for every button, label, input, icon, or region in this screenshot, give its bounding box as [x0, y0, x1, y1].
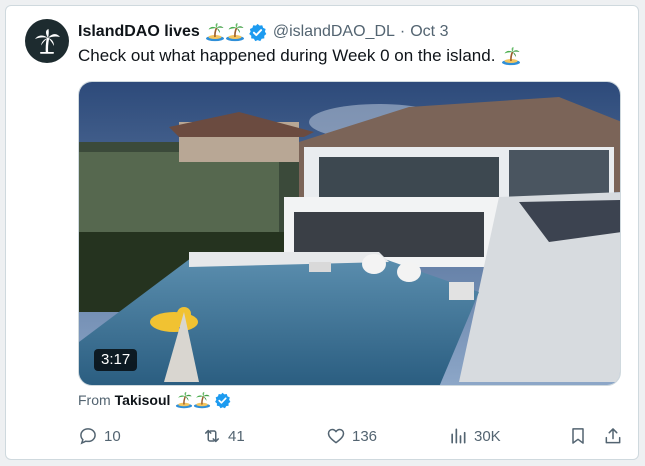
reply-button[interactable]: 10 — [78, 424, 121, 448]
island-icon — [225, 22, 245, 42]
heart-icon — [327, 428, 345, 444]
verified-badge-icon[interactable] — [248, 23, 267, 42]
palm-tree-logo-icon — [35, 29, 60, 54]
retweet-icon — [205, 429, 219, 443]
author-handle[interactable]: @islandDAO_DL — [273, 23, 395, 41]
tweet-text: Check out what happened during Week 0 on… — [78, 46, 521, 66]
views-icon — [451, 428, 466, 444]
island-emoji-pair — [205, 22, 245, 42]
reply-count: 10 — [104, 427, 121, 445]
source-prefix: From — [78, 392, 111, 408]
video-player[interactable] — [78, 81, 621, 386]
share-button[interactable] — [603, 424, 629, 448]
island-icon — [501, 46, 521, 66]
tweet-text-content: Check out what happened during Week 0 on… — [78, 46, 496, 65]
island-icon — [175, 391, 193, 409]
retweet-button[interactable]: 41 — [202, 424, 245, 448]
author-name[interactable]: IslandDAO lives — [78, 23, 200, 41]
action-bar: 10 41 136 30K — [78, 424, 626, 448]
bookmark-icon — [572, 428, 584, 444]
share-icon — [605, 428, 621, 444]
reply-icon — [80, 428, 96, 445]
like-button[interactable]: 136 — [326, 424, 377, 448]
source-name[interactable]: Takisoul — [115, 392, 171, 408]
avatar[interactable] — [25, 19, 69, 63]
island-icon — [193, 391, 211, 409]
separator-dot: · — [399, 23, 406, 40]
tweet-date[interactable]: Oct 3 — [410, 23, 448, 41]
like-count: 136 — [352, 427, 378, 445]
island-icon — [205, 22, 225, 42]
video-source: From Takisoul — [78, 389, 237, 411]
island-emoji-pair — [175, 391, 211, 409]
tweet-header: IslandDAO lives @islandDAO_DL · Oct 3 — [78, 20, 448, 44]
verified-badge-icon[interactable] — [214, 392, 231, 409]
retweet-count: 41 — [228, 427, 245, 445]
tweet-card[interactable]: IslandDAO lives @islandDAO_DL · Oct 3 Ch… — [5, 5, 639, 460]
video-thumbnail — [79, 82, 620, 385]
views-count: 30K — [474, 427, 501, 445]
views-button[interactable]: 30K — [448, 424, 501, 448]
video-duration-badge: 3:17 — [94, 349, 138, 371]
bookmark-button[interactable] — [568, 424, 594, 448]
